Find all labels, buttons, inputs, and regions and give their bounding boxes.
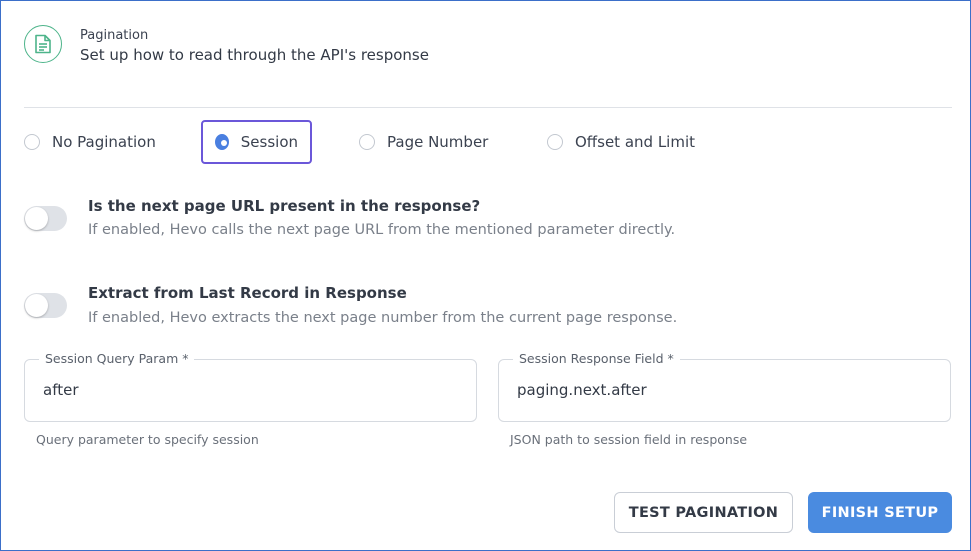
next-page-url-description: If enabled, Hevo calls the next page URL… bbox=[88, 222, 676, 238]
radio-offset-and-limit[interactable]: Offset and Limit bbox=[547, 120, 695, 164]
toggle-knob bbox=[25, 207, 48, 230]
section-label: Pagination bbox=[80, 28, 149, 43]
session-query-param-input[interactable] bbox=[43, 378, 453, 402]
session-query-param-field: Session Query Param * bbox=[24, 351, 477, 422]
radio-circle-icon bbox=[547, 134, 563, 150]
radio-session[interactable]: Session bbox=[201, 120, 312, 164]
radio-circle-icon bbox=[359, 134, 375, 150]
session-response-field-hint: JSON path to session field in response bbox=[510, 432, 748, 447]
finish-setup-button[interactable]: FINISH SETUP bbox=[808, 492, 952, 533]
radio-page-number[interactable]: Page Number bbox=[359, 120, 488, 164]
radio-no-pagination[interactable]: No Pagination bbox=[24, 120, 156, 164]
extract-last-record-toggle[interactable] bbox=[24, 293, 67, 318]
extract-last-record-description: If enabled, Hevo extracts the next page … bbox=[88, 310, 678, 326]
session-response-field-field: Session Response Field * bbox=[498, 351, 951, 422]
next-page-url-toggle[interactable] bbox=[24, 206, 67, 231]
radio-label: Session bbox=[240, 133, 298, 151]
session-query-param-label: Session Query Param * bbox=[39, 351, 195, 366]
session-response-field-label: Session Response Field * bbox=[513, 351, 680, 366]
session-query-param-hint: Query parameter to specify session bbox=[36, 432, 259, 447]
document-icon bbox=[24, 25, 62, 63]
toggle-knob bbox=[25, 294, 48, 317]
pagination-panel: Pagination Set up how to read through th… bbox=[0, 0, 971, 551]
radio-label: No Pagination bbox=[52, 133, 156, 151]
session-response-field-input[interactable] bbox=[517, 378, 927, 402]
section-subtitle: Set up how to read through the API's res… bbox=[80, 46, 429, 64]
radio-label: Offset and Limit bbox=[575, 133, 696, 151]
radio-label: Page Number bbox=[387, 133, 489, 151]
radio-circle-icon bbox=[24, 134, 40, 150]
radio-selected-icon bbox=[215, 134, 229, 150]
divider bbox=[24, 107, 952, 108]
test-pagination-button[interactable]: TEST PAGINATION bbox=[614, 492, 793, 533]
extract-last-record-title: Extract from Last Record in Response bbox=[88, 284, 407, 302]
next-page-url-title: Is the next page URL present in the resp… bbox=[88, 197, 481, 215]
